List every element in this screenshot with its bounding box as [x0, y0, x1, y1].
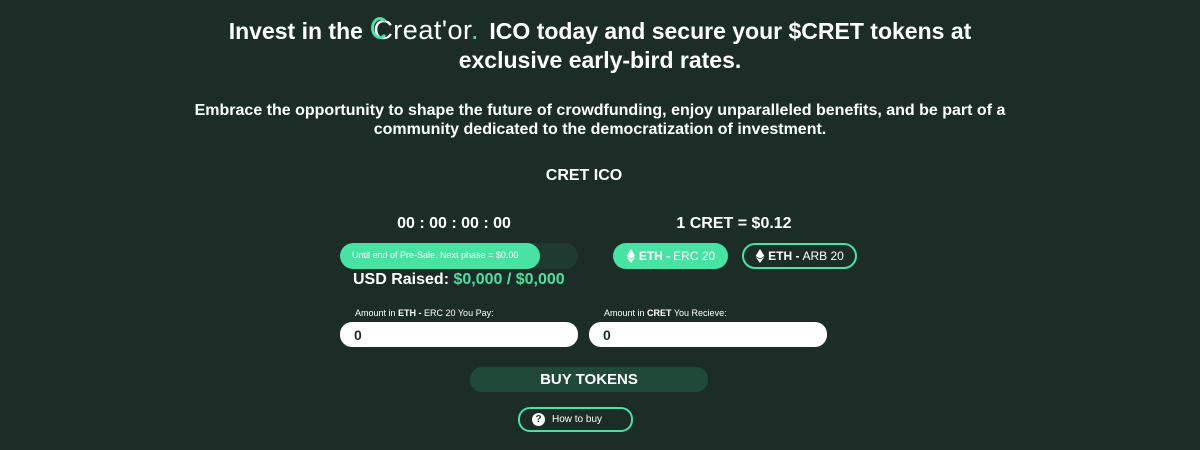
how-to-buy-label: How to buy [552, 414, 603, 425]
ethereum-icon [755, 249, 765, 263]
pay-label-pre: Amount in [355, 308, 399, 318]
presale-progress-bar: Until end of Pre-Sale. Next phase = $0.0… [340, 243, 578, 269]
countdown-timer: 00 : 00 : 00 : 00 [397, 215, 511, 232]
network-label-bold: ETH - [638, 249, 671, 263]
pay-amount-label: Amount in ETH - ERC 20 You Pay: [355, 308, 494, 318]
receive-label-post: You Recieve: [671, 308, 727, 318]
network-label-rest: ERC 20 [673, 249, 716, 263]
progress-text: Until end of Pre-Sale. Next phase = $0.0… [352, 250, 519, 260]
ethereum-icon [626, 249, 636, 263]
usd-raised-value: $0,000 / $0,000 [453, 271, 565, 288]
pay-label-post: ERC 20 You Pay: [421, 308, 494, 318]
network-eth-erc20-button[interactable]: ETH - ERC 20 [613, 243, 728, 269]
receive-amount-input[interactable]: 0 [589, 322, 827, 347]
network-label-bold: ETH - [768, 249, 800, 263]
token-rate: 1 CRET = $0.12 [676, 215, 792, 232]
buy-tokens-button[interactable]: BUY TOKENS [470, 367, 708, 392]
subheadline-line1: Embrace the opportunity to shape the fut… [194, 102, 1006, 119]
network-eth-arb20-button[interactable]: ETH - ARB 20 [742, 243, 857, 269]
headline-suffix: ICO today and secure your $CRET tokens a… [483, 18, 972, 44]
pay-label-bold: ETH - [398, 308, 422, 318]
subheadline-line2: community dedicated to the democratizati… [373, 121, 827, 138]
pay-amount-input[interactable]: 0 [340, 322, 578, 347]
headline: Invest in the Creat'or. ICO today and se… [0, 16, 1200, 75]
receive-label-pre: Amount in [604, 308, 648, 318]
subheadline: Embrace the opportunity to shape the fut… [0, 101, 1200, 139]
question-icon: ? [532, 413, 545, 426]
network-label-rest: ARB 20 [802, 249, 844, 263]
ico-title: CRET ICO [545, 167, 623, 184]
creator-logo: Creat'or. [371, 15, 480, 45]
headline-prefix: Invest in the [228, 18, 370, 44]
usd-raised-label: USD Raised: [353, 271, 454, 288]
ico-page: Invest in the Creat'or. ICO today and se… [0, 0, 1200, 450]
receive-amount-label: Amount in CRET You Recieve: [604, 308, 727, 318]
how-to-buy-button[interactable]: ? How to buy [518, 407, 633, 432]
headline-line2: exclusive early-bird rates. [458, 47, 742, 73]
usd-raised: USD Raised: $0,000 / $0,000 [353, 271, 583, 289]
logo-dot: . [471, 15, 480, 45]
receive-label-bold: CRET [647, 308, 672, 318]
